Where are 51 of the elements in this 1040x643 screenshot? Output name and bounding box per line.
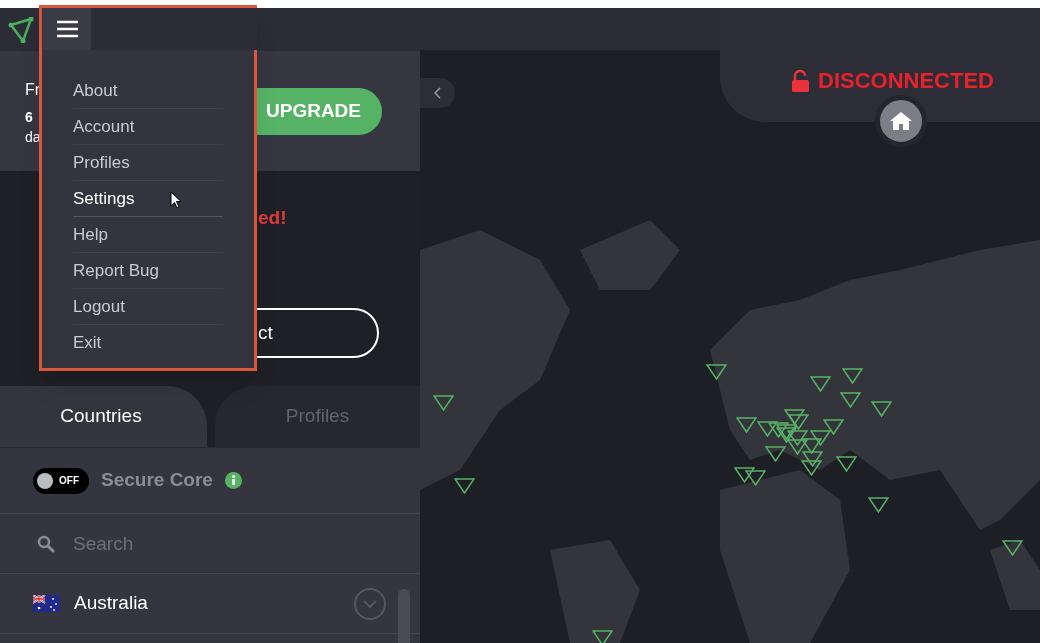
server-marker-icon[interactable]: [768, 422, 789, 438]
unlocked-padlock-icon: [792, 69, 809, 92]
menu-item[interactable]: Help: [73, 217, 223, 253]
server-marker-icon[interactable]: [706, 364, 727, 380]
server-marker-icon[interactable]: [734, 467, 755, 483]
server-marker-icon[interactable]: [842, 368, 863, 384]
triangle-logo-icon: [8, 16, 34, 43]
server-marker-icon[interactable]: [757, 421, 778, 437]
server-marker-icon[interactable]: [802, 451, 823, 467]
server-marker-icon[interactable]: [784, 409, 805, 425]
australia-flag-icon: [33, 595, 60, 612]
server-marker-icon[interactable]: [823, 419, 844, 435]
server-marker-icon[interactable]: [836, 456, 857, 472]
server-marker-icon[interactable]: [868, 497, 889, 513]
mouse-cursor-icon: [170, 191, 182, 209]
tab[interactable]: Countries: [0, 386, 207, 447]
server-marker-icon[interactable]: [433, 395, 454, 411]
menu-item[interactable]: About: [73, 73, 223, 109]
server-marker-icon[interactable]: [810, 430, 831, 446]
warning-text: ed!: [258, 206, 287, 230]
server-marker-icon[interactable]: [871, 401, 892, 417]
plan-text: Fr: [25, 80, 41, 100]
server-marker-icon[interactable]: [736, 417, 757, 433]
server-marker-icon[interactable]: [840, 392, 861, 408]
menu-item[interactable]: Profiles: [73, 145, 223, 181]
secure-core-label: Secure Core: [101, 468, 213, 493]
server-marker-icon[interactable]: [1002, 540, 1023, 556]
home-icon: [889, 111, 913, 131]
server-marker-icon[interactable]: [788, 414, 809, 430]
menu-icon: [56, 20, 78, 38]
server-marker-icon[interactable]: [787, 439, 808, 455]
server-marker-icon[interactable]: [592, 630, 613, 643]
menu-item[interactable]: Logout: [73, 289, 223, 325]
server-marker-icon[interactable]: [787, 430, 808, 446]
server-marker-icon[interactable]: [765, 446, 786, 462]
info-icon[interactable]: [224, 472, 242, 489]
server-marker-icon[interactable]: [801, 460, 822, 476]
server-marker-icon[interactable]: [745, 470, 766, 486]
chevron-left-icon: [433, 87, 442, 99]
status-text: DISCONNECTED: [818, 67, 994, 95]
menu-item[interactable]: Account: [73, 109, 223, 145]
server-marker-icon[interactable]: [810, 376, 831, 392]
menu-item[interactable]: Report Bug: [73, 253, 223, 289]
menu-button[interactable]: [43, 8, 91, 50]
server-marker-icon[interactable]: [454, 478, 475, 494]
days-count: 6: [25, 108, 33, 127]
secure-core-toggle[interactable]: OFF: [33, 467, 89, 494]
days-text: da: [25, 128, 41, 147]
server-marker-icon[interactable]: [801, 438, 822, 454]
collapse-button[interactable]: [420, 78, 455, 108]
search-field[interactable]: Search: [0, 514, 420, 574]
